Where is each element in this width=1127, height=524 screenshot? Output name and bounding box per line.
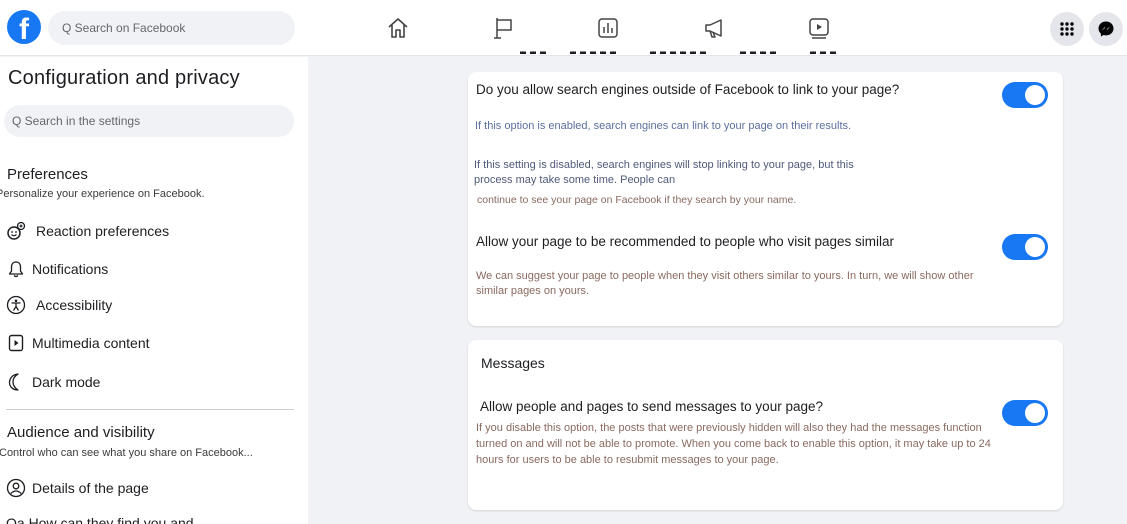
accessibility-icon [6,295,26,315]
sidebar-item-label: Reaction preferences [36,223,170,239]
search-engines-option-title: Do you allow search engines outside of F… [476,82,900,97]
settings-search-input[interactable]: Q Search in the settings [4,105,294,137]
bell-icon [6,259,26,279]
megaphone-icon[interactable] [701,14,729,42]
toggle-knob [1025,85,1045,105]
search-and-recommendation-card: Do you allow search engines outside of F… [468,72,1063,326]
toggle-knob [1025,237,1045,257]
recommendation-desc: We can suggest your page to people when … [476,270,974,297]
video-icon[interactable] [805,14,833,42]
sidebar-item-label: Accessibility [36,297,113,313]
insights-icon[interactable] [594,14,622,42]
recommendation-option-title: Allow your page to be recommended to peo… [476,234,894,249]
settings-sidebar: Configuration and privacy Q Search in th… [0,57,308,524]
sidebar-item-accessibility[interactable]: Accessibility [6,293,112,317]
facebook-logo[interactable]: f [7,10,41,44]
moon-icon [6,372,26,392]
search-engines-desc-continue: continue to see your page on Facebook if… [477,194,797,206]
sidebar-item-page-details[interactable]: Details of the page [6,476,149,500]
reaction-icon [6,221,26,241]
person-circle-icon [6,478,26,498]
messages-option-title: Allow people and pages to send messages … [480,399,823,414]
sidebar-item-multimedia-content[interactable]: Multimedia content [6,331,150,355]
home-icon[interactable] [384,14,412,42]
search-engines-desc-disabled: If this setting is disabled, search engi… [474,159,854,186]
sidebar-divider [6,409,294,410]
sidebar-item-label: Qa How can they find you and [6,515,194,524]
sidebar-item-label: Notifications [32,261,109,277]
sidebar-item-label: Multimedia content [32,335,150,351]
facebook-search-input[interactable]: Q Search on Facebook [48,11,295,45]
menu-grid-icon[interactable] [1050,12,1084,46]
sidebar-title: Configuration and privacy [8,67,240,89]
preferences-subtitle: Personalize your experience on Facebook. [0,188,205,200]
toggle-knob [1025,403,1045,423]
flag-icon[interactable] [490,14,518,42]
sidebar-item-label: Dark mode [32,374,101,390]
sidebar-item-how-find-you[interactable]: Qa How can they find you and [6,511,194,524]
sidebar-item-reaction-preferences[interactable]: Reaction preferences [6,219,169,243]
search-engines-desc-enabled: If this option is enabled, search engine… [475,120,852,132]
messages-heading: Messages [481,355,545,371]
media-icon [6,333,26,353]
sidebar-item-label: Details of the page [32,480,149,496]
sidebar-item-dark-mode[interactable]: Dark mode [6,370,100,394]
messages-desc: If you disable this option, the posts th… [476,422,991,466]
preferences-heading: Preferences [7,166,88,183]
messenger-icon[interactable] [1089,12,1123,46]
audience-subtitle: Control who can see what you share on Fa… [0,447,253,459]
search-engines-toggle[interactable] [1002,82,1048,108]
recommendation-toggle[interactable] [1002,234,1048,260]
messages-toggle[interactable] [1002,400,1048,426]
audience-heading: Audience and visibility [7,424,155,441]
partial-heading-peek [480,46,860,54]
messages-card: Messages Allow people and pages to send … [468,340,1063,510]
sidebar-item-notifications[interactable]: Notifications [6,257,108,281]
